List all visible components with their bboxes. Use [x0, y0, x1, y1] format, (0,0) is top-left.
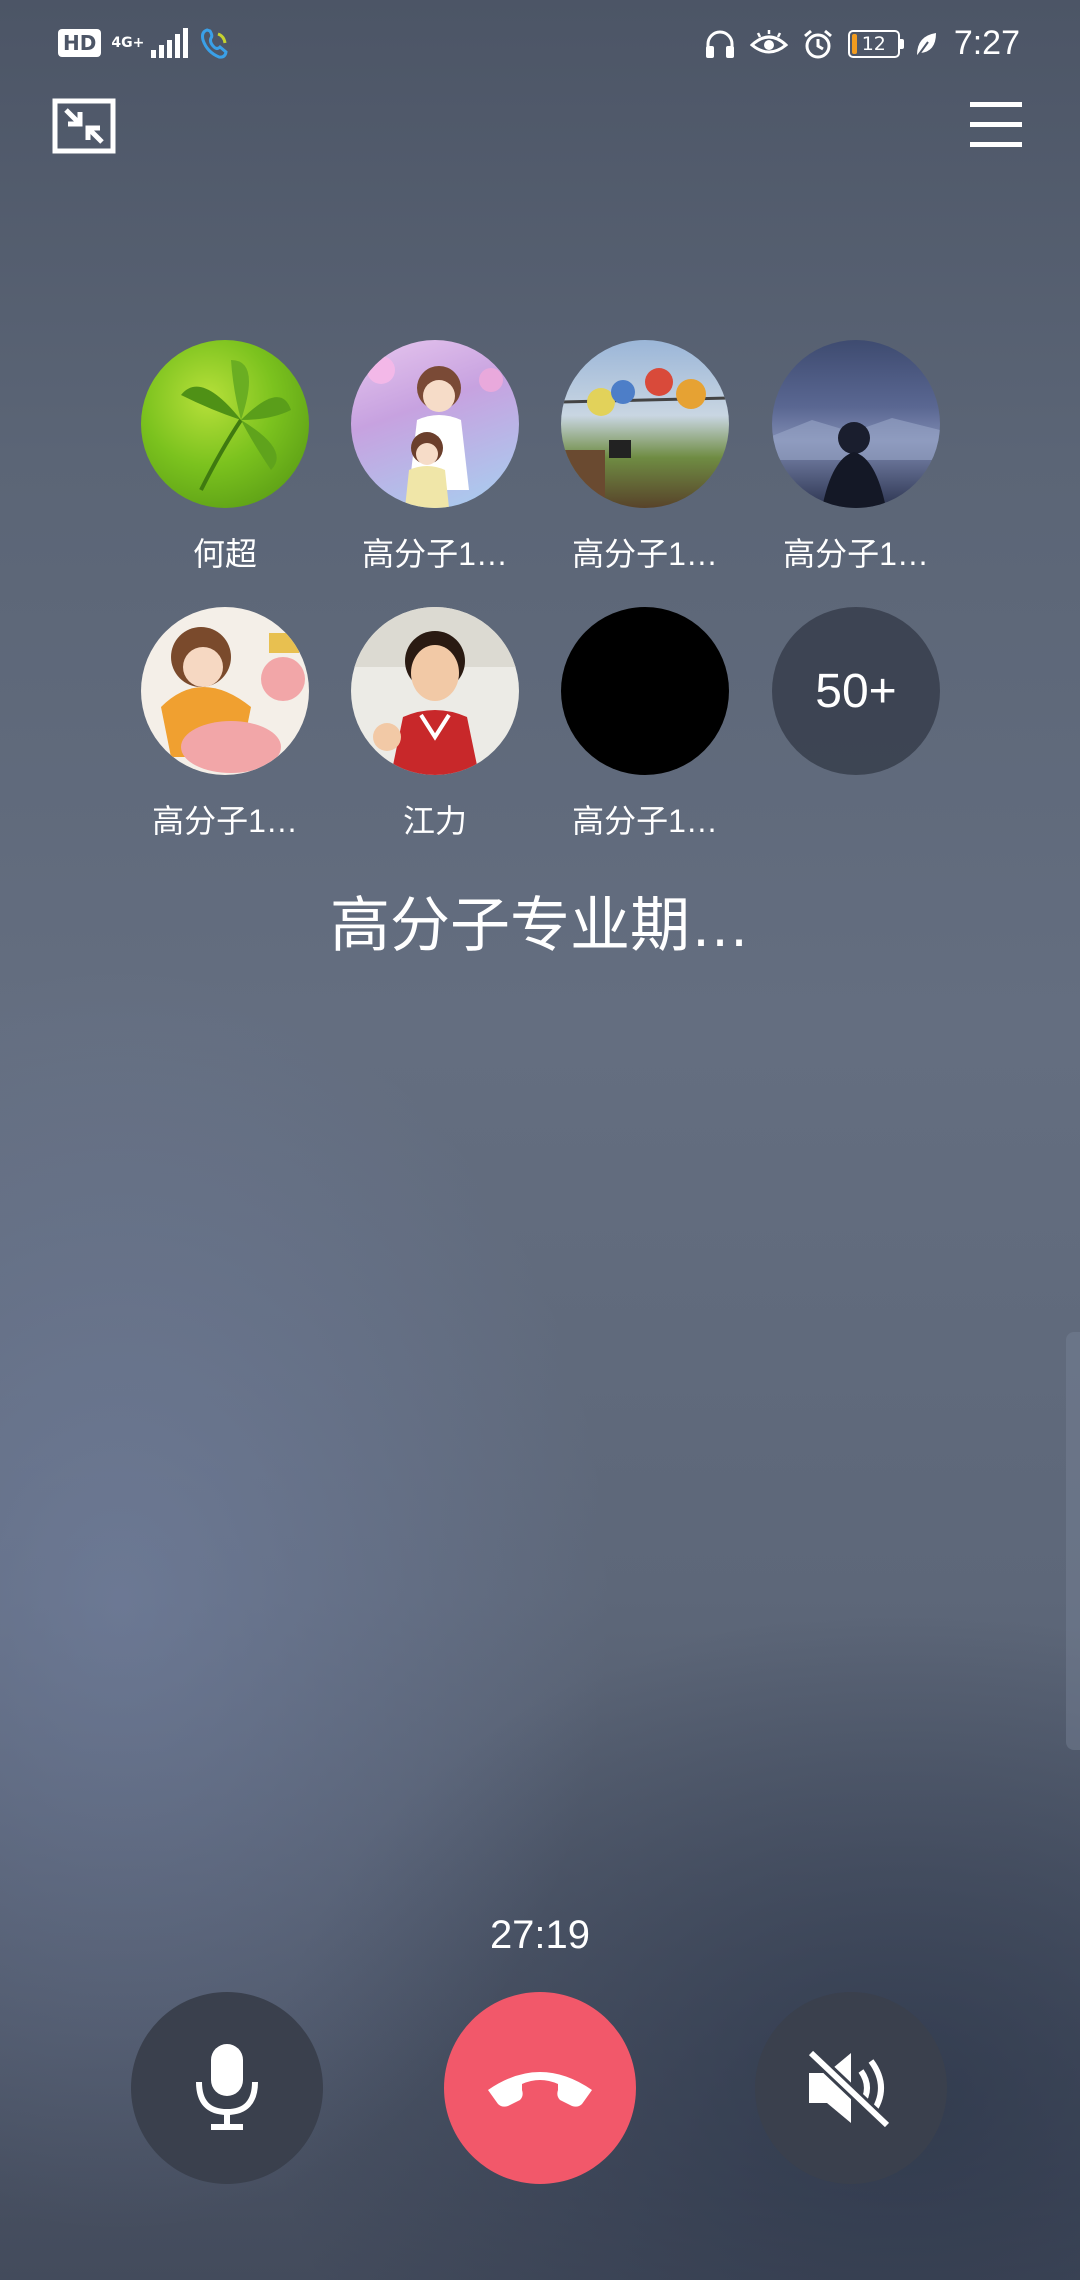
anime-avatar-image [367, 356, 503, 508]
avatar [561, 607, 729, 775]
group-call-title: 高分子专业期… [330, 892, 750, 959]
leaf-icon [916, 32, 936, 58]
participant-name: 高分子1… [572, 536, 718, 572]
more-participants-button[interactable]: 50+ [772, 607, 940, 775]
signal-icon [151, 28, 189, 58]
avatar [141, 607, 309, 775]
status-bar-right: 12 7:27 [704, 24, 1020, 63]
status-bar: HD 4G+ 12 7:27 [0, 0, 1080, 92]
microphone-icon [196, 2044, 258, 2130]
participant-item[interactable]: 高分子1… [141, 607, 309, 841]
hamburger-menu-icon [970, 102, 1022, 147]
avatar [561, 340, 729, 508]
battery-indicator: 12 [847, 29, 904, 58]
network-type: 4G+ [111, 35, 145, 51]
participant-name: 高分子1… [783, 536, 929, 572]
minimize-button[interactable] [52, 98, 116, 154]
participant-item[interactable]: 高分子1… [561, 340, 729, 574]
call-wifi-icon [201, 28, 228, 59]
battery-percent: 12 [861, 32, 886, 55]
more-participants-count: 50+ [772, 607, 940, 775]
scrollbar[interactable] [1066, 1332, 1080, 1750]
avatar [351, 607, 519, 775]
status-bar-left: HD 4G+ [58, 26, 229, 60]
participant-item[interactable]: 高分子1… [772, 340, 940, 574]
participant-name: 何超 [192, 536, 257, 572]
participant-name: 高分子1… [152, 803, 298, 839]
participant-item[interactable]: 高分子1… [561, 607, 729, 841]
hang-up-icon [488, 2072, 592, 2107]
leaf-avatar-image [181, 360, 291, 491]
avatar [772, 340, 940, 508]
toys-avatar-image [561, 368, 729, 508]
call-timer: 27:19 [489, 1913, 591, 1957]
participant-item[interactable]: 江力 [351, 607, 519, 841]
hang-up-button[interactable] [444, 1992, 636, 2184]
participant-name: 江力 [402, 803, 467, 839]
clock: 7:27 [953, 24, 1020, 62]
landscape-avatar-image [772, 418, 940, 508]
participant-item[interactable]: 何超 [141, 340, 309, 574]
participant-item[interactable]: 高分子1… [351, 340, 519, 574]
headphones-icon [705, 30, 734, 58]
voice-call-screen: HD 4G+ 12 7:27 何超 高分子1… 高分子1… 高分子1… 高分子1… [0, 0, 1080, 2280]
microphone-button[interactable] [131, 1992, 323, 2184]
alarm-icon [803, 29, 832, 58]
participant-name: 高分子1… [572, 803, 718, 839]
basketball-avatar-image [351, 607, 519, 775]
avatar [141, 340, 309, 508]
eye-icon [749, 29, 788, 53]
minimize-window-icon [52, 98, 116, 154]
pig-avatar-image [161, 627, 305, 773]
hd-badge: HD [58, 29, 102, 57]
speaker-muted-icon [806, 2048, 892, 2130]
menu-button[interactable] [970, 100, 1022, 150]
avatar [351, 340, 519, 508]
participant-name: 高分子1… [362, 536, 508, 572]
speaker-button[interactable] [755, 1992, 947, 2184]
battery-cap [899, 38, 904, 49]
